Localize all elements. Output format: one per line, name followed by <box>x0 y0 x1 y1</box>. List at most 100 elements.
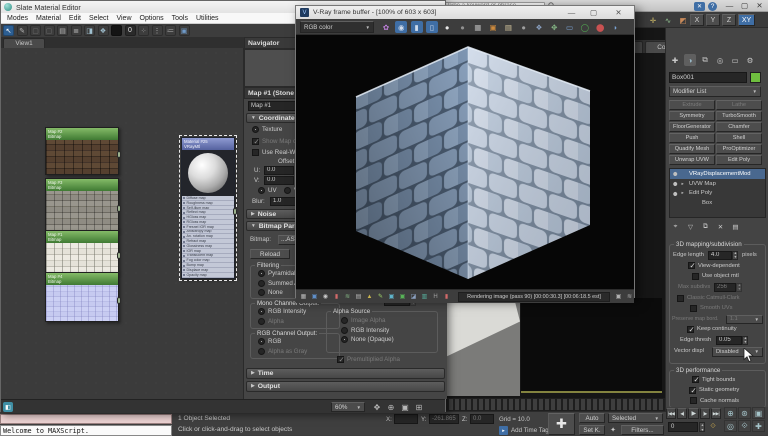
modifier-button[interactable]: TurboSmooth <box>716 111 762 121</box>
vfb-maximize-button[interactable]: ▢ <box>586 8 601 17</box>
menu-item[interactable]: Utilities <box>192 15 223 22</box>
zoom-extents-tool-icon[interactable]: ▣ <box>399 401 411 413</box>
main-toolbar-icon[interactable]: ✛ <box>647 14 659 26</box>
output-socket[interactable] <box>117 297 121 304</box>
slate-toolbar-icon[interactable]: ▢ <box>44 25 55 36</box>
minimize-button[interactable]: — <box>722 1 737 10</box>
go-to-start-button[interactable]: |◀◀ <box>666 408 676 419</box>
maxscript-listener[interactable]: Welcome to MAXScript. <box>0 425 172 436</box>
vfb-image-area[interactable] <box>296 35 634 289</box>
stack-toolbar-icon[interactable]: ✕ <box>715 221 726 232</box>
reload-button[interactable]: Reload <box>250 249 290 259</box>
node-header[interactable]: Map #3Bitmap <box>46 179 118 191</box>
main-toolbar-icon[interactable]: ∿ <box>662 14 674 26</box>
main-toolbar-icon[interactable]: ◩ <box>677 14 689 26</box>
vfb-toolbar-icon[interactable]: ◉ <box>395 21 407 33</box>
filters-button[interactable]: Filters... <box>621 425 664 435</box>
vfb-bottom-icon[interactable]: ▤ <box>354 292 363 301</box>
slate-toolbar-icon[interactable]: 0 <box>125 25 136 36</box>
alpha-source-radio[interactable]: Image Alpha <box>341 317 394 324</box>
vfb-toolbar-icon[interactable]: ❖ <box>533 21 545 33</box>
modifier-button[interactable]: Edit Poly <box>716 155 762 165</box>
blur-field[interactable]: 1.0 <box>270 197 296 206</box>
view-tab[interactable]: View1 <box>3 38 45 48</box>
vfb-toolbar-icon[interactable]: ▣ <box>487 21 499 33</box>
edge-thresh-field[interactable]: 0.05 <box>716 336 742 345</box>
vfb-toolbar-icon[interactable]: ▯ <box>426 21 438 33</box>
key-filters-icon[interactable]: ✦ <box>608 425 618 435</box>
axis-y-button[interactable]: Y <box>706 14 720 26</box>
time-rollout[interactable]: ▶Time <box>246 368 445 379</box>
zoom-icon[interactable]: ⊕ <box>724 407 737 419</box>
vfb-toolbar-icon[interactable]: ● <box>518 21 530 33</box>
slate-toolbar-icon[interactable] <box>111 25 122 36</box>
edge-length-spinner[interactable] <box>732 251 738 260</box>
zoom-all-icon[interactable]: ⊛ <box>738 407 751 419</box>
add-time-tag[interactable]: Add Time Tag <box>511 427 549 434</box>
viewport-camera[interactable] <box>521 298 662 393</box>
slate-toolbar-icon[interactable]: ≣ <box>71 25 82 36</box>
vfb-bottom-icon[interactable]: ▦ <box>299 292 308 301</box>
vfb-titlebar[interactable]: V V-Ray frame buffer - [100% of 603 x 60… <box>296 6 634 19</box>
expand-arrow-icon[interactable]: ▸ <box>682 190 687 196</box>
alpha-source-radio[interactable]: None (Opaque) <box>341 336 394 343</box>
stack-toolbar-icon[interactable]: ▽ <box>685 221 696 232</box>
coord-x-field[interactable] <box>394 414 418 424</box>
prev-frame-button[interactable]: ◀| <box>677 408 687 419</box>
zoom-tool-icon[interactable]: ⊕ <box>385 401 397 413</box>
material-node[interactable]: Material #25VRayMtl Diffuse mapRoughness… <box>181 137 235 279</box>
modifier-button[interactable]: FloorGenerator <box>669 122 715 132</box>
vfb-bottom-icon[interactable]: ▣ <box>398 292 407 301</box>
vfb-toolbar-icon[interactable]: ▤ <box>502 21 514 33</box>
use-object-mtl-checkbox[interactable]: Use object mtl <box>692 273 739 280</box>
vfb-bottom-icon[interactable]: ◪ <box>409 292 418 301</box>
node-view[interactable]: Map #2Bitmap Map #3Bitmap Map #1Bitmap M… <box>1 48 244 399</box>
viewport-perspective[interactable] <box>446 298 520 396</box>
key-mode-icon[interactable]: ⟐ <box>708 422 718 432</box>
time-tag-icon[interactable]: ▸ <box>499 426 508 435</box>
mono-output-radio[interactable]: Alpha <box>258 318 306 325</box>
vfb-toolbar-icon[interactable]: ✿ <box>380 21 392 33</box>
vfb-bottom-icon[interactable]: ▣ <box>387 292 396 301</box>
output-socket[interactable] <box>233 208 237 215</box>
field-of-view-icon[interactable]: ⟐ <box>738 420 751 432</box>
modifier-button[interactable]: Symmetry <box>669 111 715 121</box>
menu-item[interactable]: Options <box>136 15 168 22</box>
vfb-minimize-button[interactable]: — <box>564 8 579 17</box>
timeline-track[interactable] <box>446 398 665 411</box>
command-panel-tab-icon[interactable]: ▭ <box>729 54 741 66</box>
node-header[interactable]: Material #25VRayMtl <box>182 138 234 150</box>
material-slot[interactable]: Opacity map <box>182 273 234 278</box>
modifier-button[interactable]: Lathe <box>716 100 762 110</box>
maximize-button[interactable]: ▢ <box>737 1 752 10</box>
modifier-button[interactable]: ProOptimizer <box>716 144 762 154</box>
modifier-button[interactable]: Quadify Mesh <box>669 144 715 154</box>
modifier-stack-item[interactable]: ⬤▸UVW Map <box>670 179 765 189</box>
maxscript-input[interactable] <box>0 414 172 424</box>
vfb-corner-icon[interactable]: ≋ <box>625 292 634 301</box>
modifier-list-dropdown[interactable]: Modifier List▼ <box>669 86 761 97</box>
stack-toolbar-icon[interactable]: ▤ <box>730 221 741 232</box>
alpha-source-radio[interactable]: RGB Intensity <box>341 327 394 334</box>
object-name-field[interactable]: Box001 <box>669 72 747 83</box>
vector-displ-dropdown[interactable]: Disabled▼ <box>712 347 763 357</box>
auto-key-button[interactable]: Auto <box>579 413 605 423</box>
axis-z-button[interactable]: Z <box>722 14 736 26</box>
channel-dropdown[interactable]: RGB color▼ <box>300 21 374 33</box>
modifier-button[interactable]: Chamfer <box>716 122 762 132</box>
modifier-stack-item[interactable]: Box <box>670 198 765 208</box>
close-button[interactable]: ✕ <box>752 1 767 10</box>
smooth-uvs-checkbox[interactable]: Smooth UVs <box>690 305 733 312</box>
visibility-toggle-icon[interactable]: ⬤ <box>673 191 679 196</box>
menu-item[interactable]: Modes <box>3 15 32 22</box>
vfb-toolbar-icon[interactable]: ▮ <box>411 21 423 33</box>
expand-arrow-icon[interactable]: ▸ <box>682 181 687 187</box>
slate-toolbar-icon[interactable]: ⋮ <box>152 25 163 36</box>
static-geometry-checkbox[interactable]: Static geometry <box>689 387 739 394</box>
visibility-toggle-icon[interactable]: ⬤ <box>673 181 679 186</box>
modifier-button[interactable]: Unwrap UVW <box>669 155 715 165</box>
object-color-swatch[interactable] <box>750 72 761 83</box>
vfb-corner-icon[interactable]: ▣ <box>614 292 623 301</box>
vfb-toolbar-icon[interactable]: ◗ <box>609 21 621 33</box>
texture-radio[interactable]: Texture <box>252 126 282 133</box>
